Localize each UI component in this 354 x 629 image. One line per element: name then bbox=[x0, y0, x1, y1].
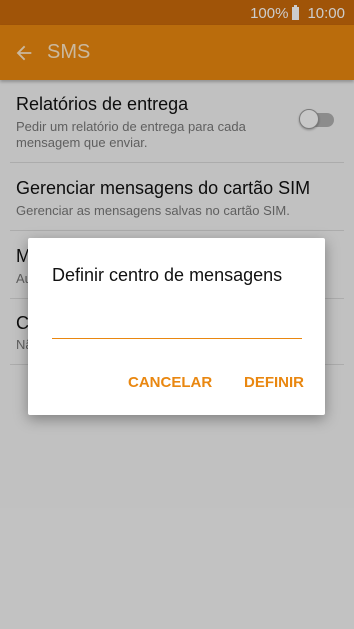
dialog-title: Definir centro de mensagens bbox=[52, 265, 283, 285]
message-center-input[interactable] bbox=[52, 308, 302, 339]
message-center-dialog: Definir centro de mensagens CANCELAR DEF… bbox=[28, 238, 325, 415]
define-button[interactable]: DEFINIR bbox=[244, 374, 304, 391]
cancel-button[interactable]: CANCELAR bbox=[128, 374, 212, 391]
